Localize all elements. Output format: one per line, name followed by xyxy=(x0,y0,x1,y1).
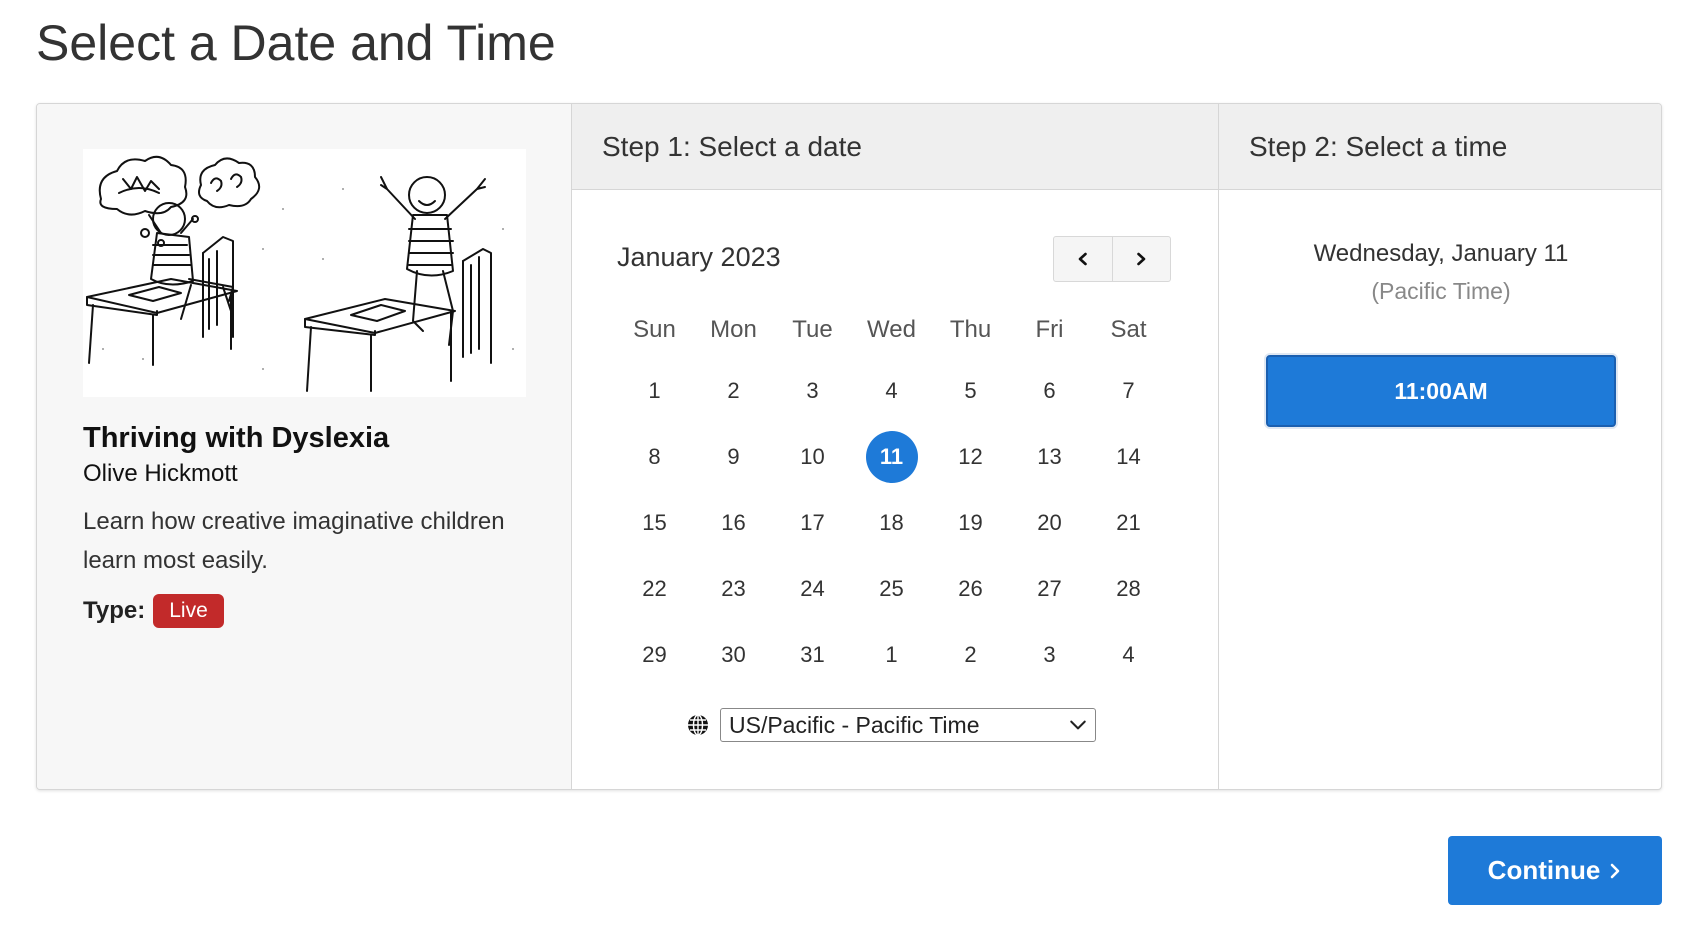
calendar-day[interactable]: 18 xyxy=(852,490,931,556)
selected-date-label: Wednesday, January 11 xyxy=(1313,240,1569,267)
calendar-day[interactable]: 27 xyxy=(1010,556,1089,622)
calendar-day[interactable]: 2 xyxy=(694,358,773,424)
month-nav xyxy=(1053,236,1171,282)
calendar-day[interactable]: 29 xyxy=(615,622,694,688)
chevron-left-icon xyxy=(1078,252,1087,266)
timezone-select[interactable]: US/Pacific - Pacific Time xyxy=(720,708,1096,742)
chevron-down-icon xyxy=(1070,720,1086,730)
calendar-day[interactable]: 19 xyxy=(931,490,1010,556)
timezone-select-value: US/Pacific - Pacific Time xyxy=(729,711,980,738)
weekday-header: Fri xyxy=(1035,316,1064,343)
weekday-header: Sat xyxy=(1110,316,1147,343)
classroom-illustration-icon xyxy=(86,155,514,392)
chevron-right-icon xyxy=(1137,252,1146,266)
event-image xyxy=(83,149,526,397)
calendar-day-next-month[interactable]: 2 xyxy=(931,622,1010,688)
timezone-note: (Pacific Time) xyxy=(1371,278,1511,304)
time-slot-button[interactable]: 11:00AM xyxy=(1266,355,1616,427)
calendar-day-selected[interactable]: 11 xyxy=(852,424,931,490)
calendar-grid: Sun Mon Tue Wed Thu Fri Sat 1 2 3 4 5 6 … xyxy=(615,302,1168,688)
calendar-day[interactable]: 13 xyxy=(1010,424,1089,490)
weekday-header: Thu xyxy=(949,316,992,343)
page-title: Select a Date and Time xyxy=(36,15,556,71)
calendar-day[interactable]: 30 xyxy=(694,622,773,688)
date-selection-panel: Step 1: Select a date January 2023 Sun M… xyxy=(572,104,1219,789)
calendar-day[interactable]: 21 xyxy=(1089,490,1168,556)
calendar-day[interactable]: 9 xyxy=(694,424,773,490)
globe-icon xyxy=(688,714,708,736)
event-info-panel: Thriving with Dyslexia Olive Hickmott Le… xyxy=(37,104,572,789)
event-description: Learn how creative imaginative children … xyxy=(83,508,505,574)
live-badge: Live xyxy=(153,594,224,628)
calendar-day[interactable]: 12 xyxy=(931,424,1010,490)
weekday-header: Tue xyxy=(792,316,833,343)
timezone-row: US/Pacific - Pacific Time xyxy=(686,708,1096,742)
continue-button[interactable]: Continue xyxy=(1448,836,1662,905)
chevron-right-icon xyxy=(1611,863,1620,878)
calendar-day[interactable]: 3 xyxy=(773,358,852,424)
calendar-day[interactable]: 8 xyxy=(615,424,694,490)
calendar-day[interactable]: 6 xyxy=(1010,358,1089,424)
next-month-button[interactable] xyxy=(1111,237,1171,281)
calendar-day[interactable]: 16 xyxy=(694,490,773,556)
continue-button-label: Continue xyxy=(1487,855,1601,885)
calendar-day[interactable]: 5 xyxy=(931,358,1010,424)
weekday-header: Wed xyxy=(867,316,916,343)
calendar-day[interactable]: 28 xyxy=(1089,556,1168,622)
prev-month-button[interactable] xyxy=(1054,237,1112,281)
event-type-label: Type: xyxy=(83,597,146,624)
calendar-day[interactable]: 31 xyxy=(773,622,852,688)
event-title: Thriving with Dyslexia xyxy=(83,422,390,454)
calendar-day[interactable]: 26 xyxy=(931,556,1010,622)
calendar-day[interactable]: 17 xyxy=(773,490,852,556)
calendar-day[interactable]: 24 xyxy=(773,556,852,622)
calendar-day-next-month[interactable]: 3 xyxy=(1010,622,1089,688)
booking-card: Thriving with Dyslexia Olive Hickmott Le… xyxy=(36,103,1662,790)
calendar-day[interactable]: 23 xyxy=(694,556,773,622)
step2-header: Step 2: Select a time xyxy=(1219,104,1661,190)
calendar-day[interactable]: 15 xyxy=(615,490,694,556)
weekday-header: Mon xyxy=(710,316,757,343)
calendar-day[interactable]: 10 xyxy=(773,424,852,490)
calendar-day[interactable]: 4 xyxy=(852,358,931,424)
calendar-day-next-month[interactable]: 4 xyxy=(1089,622,1168,688)
event-author: Olive Hickmott xyxy=(83,460,238,487)
calendar-day[interactable]: 25 xyxy=(852,556,931,622)
calendar-day[interactable]: 22 xyxy=(615,556,694,622)
weekday-header: Sun xyxy=(633,316,676,343)
calendar-day[interactable]: 1 xyxy=(615,358,694,424)
time-selection-panel: Step 2: Select a time Wednesday, January… xyxy=(1219,104,1661,789)
event-type-row: Type: Live xyxy=(83,594,224,628)
step1-header: Step 1: Select a date xyxy=(572,104,1218,190)
calendar-month-title: January 2023 xyxy=(617,242,781,272)
calendar-day[interactable]: 14 xyxy=(1089,424,1168,490)
calendar-day[interactable]: 7 xyxy=(1089,358,1168,424)
calendar-day[interactable]: 20 xyxy=(1010,490,1089,556)
calendar-day-next-month[interactable]: 1 xyxy=(852,622,931,688)
